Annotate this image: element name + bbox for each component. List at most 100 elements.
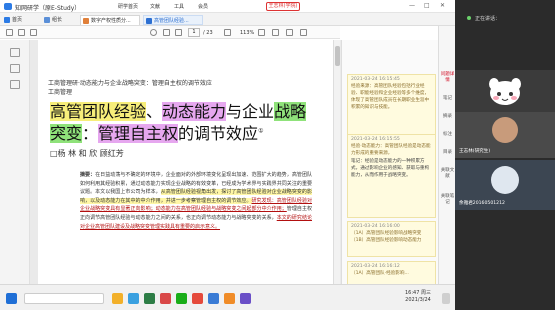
page-total: / 23	[203, 30, 213, 36]
app-icon[interactable]	[144, 293, 155, 304]
running-header: 工商管理研·动态能力与企业战略突变：管理自主权的调节效应	[48, 80, 212, 87]
menu-home[interactable]: 研学首页	[118, 3, 138, 10]
minimize-icon[interactable]: —	[409, 2, 415, 9]
share-icon[interactable]	[30, 29, 37, 36]
participant-avatar	[491, 166, 519, 194]
pdf-page: 工商管理研·动态能力与企业战略突变：管理自主权的调节效应 工商管理 高管团队经验…	[38, 40, 336, 284]
speaking-indicator: 正在讲话：	[455, 13, 555, 23]
fit-width-icon[interactable]	[272, 29, 279, 36]
note-card[interactable]: 2021-03-24 16:15:55 经验·动态能力：高管团队经验是动态能力形…	[347, 134, 436, 218]
print-icon[interactable]	[18, 29, 25, 36]
highlight-tool-icon[interactable]	[300, 29, 307, 36]
title-bar: 知网研学（原E-Study） 研学首页 文献 工具 会员 王志林(学院) — □…	[0, 0, 455, 13]
save-icon[interactable]	[6, 29, 13, 36]
app-icon[interactable]	[240, 293, 251, 304]
title-highlight: 动态能力	[162, 102, 227, 121]
menu-member[interactable]: 会员	[198, 3, 208, 10]
app-icon[interactable]	[192, 293, 203, 304]
maximize-icon[interactable]: □	[424, 2, 430, 9]
note-time: 2021-03-24 16:16:00	[351, 224, 400, 229]
rail-question-detail[interactable]: 问题详情	[440, 72, 455, 84]
participant-name: 王志林(研究生)	[459, 149, 491, 154]
note-excerpt: 经验·动态能力：高管团队经验是动态能力形成的重要来源，	[351, 144, 431, 156]
previous-page-icon[interactable]	[163, 29, 170, 36]
note-time: 2021-03-24 16:15:55	[351, 137, 400, 142]
note-card[interactable]: 2021-03-24 16:16:00 （1A）高管团队经验影响战略突变（1B）…	[347, 221, 436, 257]
participant-tile[interactable]	[455, 70, 555, 116]
next-page-icon[interactable]	[175, 29, 182, 36]
app-icon[interactable]	[160, 293, 171, 304]
start-icon[interactable]	[6, 293, 17, 304]
rail-related-notes[interactable]: 关联笔记	[440, 194, 455, 206]
tab-home[interactable]: 首页	[2, 15, 32, 25]
participant-tile[interactable]: 余雅君20160501212	[455, 160, 555, 210]
rail-toc[interactable]: 目录	[440, 150, 455, 156]
title-text: 与企业	[226, 102, 275, 121]
reader-toolbar: 1 / 23 113%	[0, 26, 340, 39]
user-account-button[interactable]: 王志林(学院)	[266, 2, 300, 11]
note-time: 2021-03-24 16:16:12	[351, 264, 400, 269]
tab-label: 首页	[12, 17, 23, 23]
tab-paper-1[interactable]: 数字产权性质分...	[80, 15, 140, 25]
document-scrollbar[interactable]	[333, 40, 340, 284]
page-number-input[interactable]: 1	[188, 28, 200, 37]
taskbar-search-box[interactable]	[24, 293, 104, 304]
outline-icon[interactable]	[10, 64, 20, 73]
note-excerpt: 经验来源：高管团队经验包括行业经验、职能经验和企业经验等多个维度，体现了高管团队…	[351, 84, 430, 110]
close-icon[interactable]: ✕	[440, 2, 445, 9]
tab-group[interactable]: 组长	[42, 15, 76, 25]
note-excerpt: （1A）高管团队经验影响战略突变（1B）高管团队经验影响动态能力	[351, 231, 422, 243]
title-highlight: 战略	[274, 102, 307, 121]
wechat-icon[interactable]	[176, 293, 187, 304]
scrollbar-thumb[interactable]	[335, 46, 340, 66]
menu-tools[interactable]: 工具	[174, 3, 184, 10]
menu-literature[interactable]: 文献	[150, 3, 160, 10]
abstract-label: 摘要：	[80, 172, 96, 178]
paper-title-line2: 突变：管理自主权的调节效应①	[50, 120, 263, 144]
video-meeting-panel: 正在讲话： 王志林(研究生) 余雅君20160501212	[455, 0, 555, 310]
screen: 知网研学（原E-Study） 研学首页 文献 工具 会员 王志林(学院) — □…	[0, 0, 555, 310]
right-tool-rail: 问题详情 笔记 摘录 标注 目录 关联文献 关联笔记	[438, 26, 455, 284]
search-icon[interactable]	[150, 29, 157, 36]
note-card[interactable]: 2021-03-24 16:16:12 （1A）高管团队·经验影响...	[347, 261, 436, 284]
bookmark-icon[interactable]	[10, 80, 20, 89]
app-logo-icon	[4, 3, 12, 10]
file-explorer-icon[interactable]	[112, 293, 123, 304]
rail-notes[interactable]: 笔记	[440, 96, 455, 102]
tab-paper-2[interactable]: 高管团队经验...	[143, 15, 203, 25]
tab-bar: 首页 组长 数字产权性质分... 高管团队经验...	[0, 13, 455, 26]
paper-abstract: 摘要：在日益动荡与不确定的环境中，企业面对的外部环境变化呈现出加速、范围扩大的趋…	[80, 171, 312, 231]
browser-icon[interactable]	[128, 293, 139, 304]
document-icon	[146, 18, 152, 24]
rail-excerpts[interactable]: 摘录	[440, 114, 455, 120]
app-title: 知网研学（原E-Study）	[15, 5, 81, 12]
app-icon[interactable]	[224, 293, 235, 304]
tab-label: 组长	[52, 17, 63, 23]
participant-tile[interactable]: 王志林(研究生)	[455, 112, 555, 158]
rail-annotations[interactable]: 标注	[440, 132, 455, 138]
zoom-out-icon[interactable]	[224, 29, 231, 36]
thumbnails-icon[interactable]	[10, 48, 20, 57]
participant-name: 余雅君20160501212	[459, 201, 505, 206]
tab-label: 高管团队经验...	[154, 18, 189, 24]
note-excerpt: （1A）高管团队·经验影响...	[351, 271, 409, 276]
footnote-mark: ①	[258, 127, 264, 135]
section-label: 工商管理	[48, 89, 73, 96]
document-viewer[interactable]: 工商管理研·动态能力与企业战略突变：管理自主权的调节效应 工商管理 高管团队经验…	[30, 40, 341, 284]
zoom-level[interactable]: 113%	[240, 30, 254, 36]
mic-active-icon	[467, 16, 471, 20]
taskbar-clock[interactable]: 16:47 周三 2021/3/24	[398, 290, 438, 304]
notes-panel: 2021-03-24 16:15:45 经验来源：高管团队经验包括行业经验、职能…	[341, 40, 438, 284]
avatar-illustration	[489, 78, 521, 105]
note-comment: 笔记：经验是动态能力的一种积累方式，通过影响企业的感知、获取与重构能力，从而作用…	[348, 158, 435, 180]
app-icon[interactable]	[208, 293, 219, 304]
title-highlight: 高管团队经验	[50, 102, 147, 121]
tab-label: 数字产权性质分...	[91, 18, 131, 24]
rail-related-literature[interactable]: 关联文献	[440, 168, 455, 180]
rotate-icon[interactable]	[286, 29, 293, 36]
note-time: 2021-03-24 16:15:45	[351, 77, 400, 82]
title-highlight: 突变	[50, 124, 83, 143]
notification-icon[interactable]	[442, 293, 450, 304]
title-text: ：	[82, 124, 99, 143]
zoom-in-icon[interactable]	[258, 29, 265, 36]
